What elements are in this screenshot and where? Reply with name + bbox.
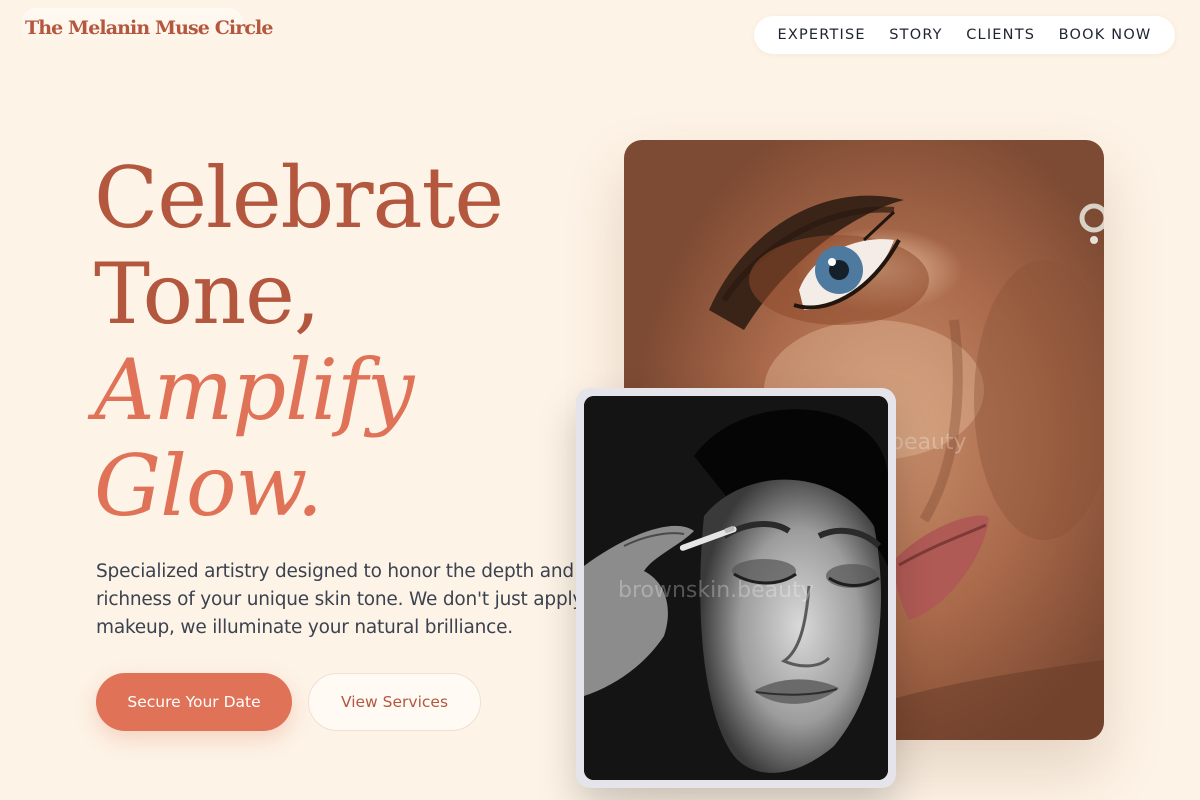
hero-headline: Celebrate Tone, Amplify Glow. — [94, 149, 504, 535]
headline-line-tone: Tone, — [94, 245, 321, 343]
main-nav: EXPERTISE STORY CLIENTS BOOK NOW — [754, 16, 1175, 54]
brand-logo[interactable]: The Melanin Muse Circle — [22, 8, 273, 48]
artist-at-work-photo-frame: brownskin.beauty — [576, 388, 896, 788]
headline-line-glow: Glow. — [94, 437, 323, 535]
hero-description: Specialized artistry designed to honor t… — [96, 561, 584, 638]
headline-line-amplify: Amplify — [94, 341, 414, 439]
artist-at-work-photo: brownskin.beauty — [584, 396, 888, 780]
headline-line-celebrate: Celebrate — [94, 149, 504, 247]
secure-your-date-button[interactable]: Secure Your Date — [96, 673, 292, 731]
nav-link-book-now[interactable]: BOOK NOW — [1059, 27, 1152, 43]
nav-link-expertise[interactable]: EXPERTISE — [777, 27, 865, 43]
view-services-button[interactable]: View Services — [308, 673, 481, 731]
nav-link-clients[interactable]: CLIENTS — [966, 27, 1035, 43]
artist-illustration — [584, 396, 888, 780]
brand-name: The Melanin Muse Circle — [25, 17, 273, 39]
nav-link-story[interactable]: STORY — [889, 27, 942, 43]
